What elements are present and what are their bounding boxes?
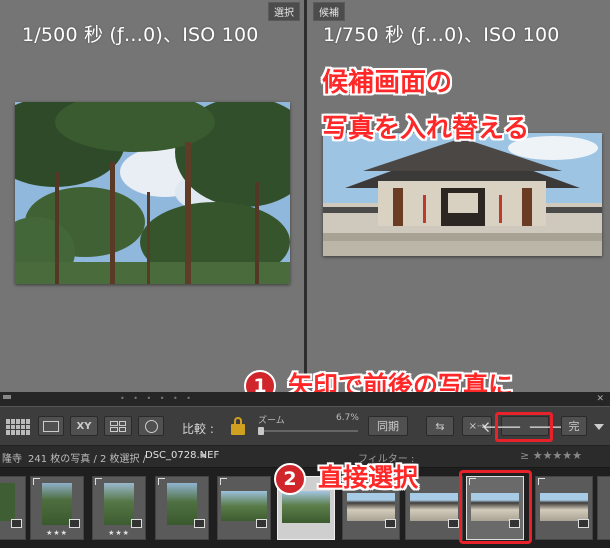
annotation-swap-line2: 写真を入れ替える — [322, 114, 530, 144]
rating-filter-icon[interactable]: ≥ ★★★★★ — [520, 449, 582, 462]
thumb-stars: ★★★ — [46, 529, 68, 537]
people-view-button[interactable] — [138, 416, 164, 436]
zoom-slider-track[interactable] — [258, 427, 358, 435]
loupe-view-icon — [43, 420, 59, 432]
thumb-highlight-box — [459, 470, 532, 544]
collapse-left-icon[interactable] — [3, 395, 11, 401]
filmstrip-thumb[interactable]: ★★★ — [92, 476, 146, 540]
sync-button[interactable]: 同期 — [368, 416, 408, 436]
selection-count: 241 枚の写真 / 2 枚選択 / — [28, 454, 147, 465]
thumb-stars: ★★★ — [108, 529, 130, 537]
zoom-value: 6.7% — [336, 413, 359, 423]
toolbar-menu-chevron-icon[interactable] — [594, 424, 604, 430]
thumb-image — [167, 483, 197, 525]
arrows-highlight-box — [495, 412, 553, 442]
thumb-corner-icon — [538, 478, 545, 485]
filmstrip-thumb[interactable] — [535, 476, 593, 540]
compare-label: 比較 : — [182, 422, 214, 436]
thumb-image — [104, 483, 134, 525]
thumb-badge-icon — [69, 519, 80, 528]
filmstrip-thumb[interactable] — [0, 476, 26, 540]
thumb-corner-icon — [158, 478, 165, 485]
select-photo[interactable] — [15, 102, 290, 284]
loupe-view-button[interactable] — [38, 416, 64, 436]
thumb-image — [221, 491, 267, 521]
thumb-badge-icon — [131, 519, 142, 528]
thumb-badge-icon — [385, 519, 396, 528]
thumb-image — [42, 483, 72, 525]
thumb-badge-icon — [256, 519, 267, 528]
select-exif-info: 1/500 秒 (ƒ…0)、ISO 100 — [22, 24, 259, 46]
face-icon — [144, 419, 158, 433]
thumb-badge-icon — [11, 519, 22, 528]
filmstrip-thumb[interactable] — [217, 476, 271, 540]
swap-button[interactable]: ⇆ — [426, 416, 454, 436]
annotation-swap-line1: 候補画面の — [322, 68, 453, 98]
current-filename[interactable]: DSC_0728.NEF — [145, 450, 219, 461]
folder-name[interactable]: 隆寺 — [2, 450, 22, 465]
thumb-image — [347, 493, 395, 521]
lock-icon[interactable] — [231, 417, 245, 435]
thumb-image — [0, 483, 15, 521]
drag-dots-icon[interactable]: • • • • • • — [120, 394, 194, 403]
thumb-image — [540, 493, 588, 521]
panel-collapse-strip: • • • • • • ✕ — [0, 392, 610, 406]
zoom-slider-handle[interactable] — [258, 427, 264, 435]
swap-icon: ⇆ — [435, 419, 445, 433]
filmstrip-thumb[interactable]: ★★★ — [30, 476, 84, 540]
filmstrip-header: 隆寺 241 枚の写真 / 2 枚選択 / DSC_0728.NEF フィルター… — [0, 446, 610, 468]
thumb-corner-icon — [95, 478, 102, 485]
compare-toolbar: XY 比較 : ズーム 6.7% 同期 ⇆ ×⇢ 🡐 🡒 完 — [0, 406, 610, 446]
select-tag: 選択 — [268, 2, 300, 21]
thumb-corner-icon — [220, 478, 227, 485]
thumb-badge-icon — [194, 519, 205, 528]
candidate-exif-info: 1/750 秒 (ƒ…0)、ISO 100 — [323, 24, 560, 46]
filename-dropdown-icon[interactable] — [200, 454, 206, 458]
candidate-pane[interactable]: 候補 1/750 秒 (ƒ…0)、ISO 100 — [307, 0, 610, 392]
close-panel-icon[interactable]: ✕ — [596, 394, 604, 404]
candidate-tag: 候補 — [313, 2, 345, 21]
filmstrip-thumb[interactable] — [155, 476, 209, 540]
select-pane[interactable]: 選択 1/500 秒 (ƒ…0)、ISO 100 — [0, 0, 304, 392]
thumb-badge-icon — [578, 519, 589, 528]
done-button[interactable]: 完 — [561, 416, 587, 436]
grid-view-icon[interactable] — [6, 419, 30, 435]
step2-badge: 2 — [274, 463, 306, 495]
candidate-photo[interactable] — [323, 133, 602, 256]
zoom-label: ズーム — [258, 416, 285, 426]
thumb-image — [410, 493, 458, 521]
survey-view-icon — [110, 420, 126, 432]
filmstrip-thumb[interactable] — [597, 476, 610, 540]
thumb-image — [282, 491, 330, 523]
thumb-badge-icon — [448, 519, 459, 528]
survey-view-button[interactable] — [104, 416, 132, 436]
compare-view-button[interactable]: XY — [70, 416, 98, 436]
thumb-corner-icon — [33, 478, 40, 485]
annotation-step2: 直接選択 — [318, 463, 419, 492]
